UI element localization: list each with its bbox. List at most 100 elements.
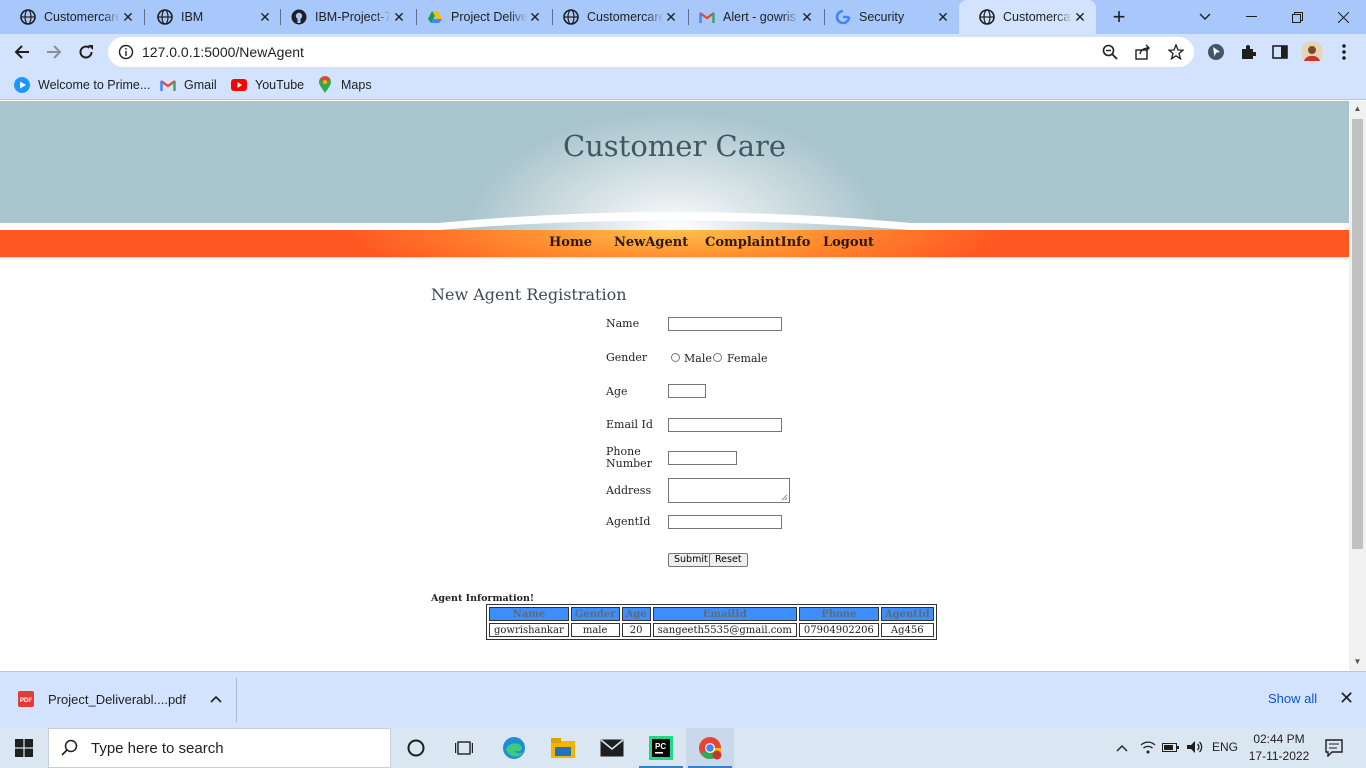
agent-info-heading: Agent Information!	[431, 593, 535, 604]
task-view-icon[interactable]	[440, 728, 488, 768]
close-tab-icon[interactable]: ✕	[663, 9, 679, 25]
download-item[interactable]: PDF Project_Deliverabl....pdf	[18, 691, 222, 707]
download-filename: Project_Deliverabl....pdf	[48, 691, 187, 707]
header-curve	[0, 212, 1349, 230]
show-all-downloads-link[interactable]: Show all	[1268, 691, 1317, 706]
agentid-input[interactable]	[668, 515, 782, 529]
male-radio[interactable]	[671, 353, 680, 362]
nav-home-link[interactable]: Home	[549, 235, 592, 250]
taskbar-search-box[interactable]: Type here to search	[48, 728, 391, 768]
scrollbar-thumb[interactable]	[1352, 119, 1363, 549]
page-viewport: Customer Care Home NewAgent ComplaintInf…	[0, 101, 1349, 671]
tab-title: Security	[859, 10, 905, 24]
scroll-down-arrow-icon[interactable]: ▼	[1353, 657, 1362, 666]
globe-icon	[979, 9, 995, 25]
taskbar-clock[interactable]: 02:44 PM 17-11-2022	[1246, 731, 1312, 765]
extensions-puzzle-icon[interactable]	[1234, 38, 1262, 66]
reset-button[interactable]: Reset	[709, 553, 748, 567]
notifications-icon[interactable]	[1325, 739, 1343, 760]
browser-tab[interactable]: Security ✕	[815, 0, 959, 34]
edge-browser-icon[interactable]	[490, 728, 538, 768]
zoom-icon[interactable]	[1102, 44, 1118, 60]
cortana-icon[interactable]	[392, 728, 440, 768]
email-input[interactable]	[668, 418, 782, 432]
browser-tab[interactable]: Project Deliverables ✕	[407, 0, 551, 34]
chrome-icon[interactable]	[686, 728, 734, 768]
side-panel-icon[interactable]	[1266, 38, 1294, 66]
drive-icon	[427, 9, 443, 25]
bookmark-gmail[interactable]: Gmail	[160, 76, 217, 94]
tab-strip: Customercare ✕ IBM ✕ IBM-Project-7 ✕ Pro…	[0, 0, 1366, 34]
profile-avatar[interactable]	[1298, 38, 1326, 66]
share-icon[interactable]	[1135, 44, 1151, 60]
table-cell: sangeeth5535@gmail.com	[652, 623, 797, 637]
age-label: Age	[606, 385, 628, 398]
file-explorer-icon[interactable]	[539, 728, 587, 768]
windows-start-icon[interactable]	[0, 728, 48, 768]
close-tab-icon[interactable]: ✕	[527, 9, 543, 25]
browser-tab[interactable]: IBM-Project-7 ✕	[271, 0, 415, 34]
mail-icon[interactable]	[588, 728, 636, 768]
reload-icon[interactable]	[72, 38, 100, 66]
agent-table: Name Gender Age EmailId Phone AgentId go…	[486, 604, 937, 640]
phone-input[interactable]	[668, 451, 737, 465]
close-window-icon[interactable]	[1320, 0, 1366, 34]
address-label: Address	[606, 484, 652, 497]
close-tab-icon[interactable]: ✕	[391, 9, 407, 25]
close-tab-icon[interactable]: ✕	[799, 9, 815, 25]
extension-cursor-icon[interactable]	[1202, 38, 1230, 66]
nav-logout-link[interactable]: Logout	[823, 235, 874, 250]
tab-title: IBM	[181, 10, 204, 24]
pycharm-icon[interactable]: PC	[637, 728, 685, 768]
chevron-up-icon[interactable]	[210, 695, 222, 703]
language-indicator[interactable]: ENG	[1212, 740, 1238, 754]
info-icon[interactable]	[118, 44, 134, 60]
scroll-up-arrow-icon[interactable]: ▲	[1353, 104, 1362, 113]
address-textarea[interactable]	[668, 478, 790, 503]
globe-icon	[563, 9, 579, 25]
age-input[interactable]	[668, 384, 706, 398]
browser-tab[interactable]: Customercare ✕	[0, 0, 144, 34]
resize-grip-icon[interactable]	[781, 494, 788, 501]
clock-date: 17-11-2022	[1248, 749, 1310, 763]
browser-menu-icon[interactable]	[1330, 38, 1358, 66]
bookmark-maps[interactable]: Maps	[317, 76, 372, 94]
browser-tab-active[interactable]: Customercare ✕	[959, 0, 1096, 34]
address-bar[interactable]: 127.0.0.1:5000/NewAgent	[108, 37, 1194, 67]
bookmark-star-icon[interactable]	[1168, 44, 1184, 60]
browser-tab[interactable]: Customercare ✕	[543, 0, 687, 34]
page-scrollbar[interactable]: ▲ ▼	[1349, 101, 1366, 671]
nav-complaintinfo-link[interactable]: ComplaintInfo	[705, 235, 810, 250]
close-download-shelf-icon[interactable]: ✕	[1339, 688, 1354, 709]
show-hidden-icons-chevron[interactable]	[1116, 741, 1128, 755]
close-tab-icon[interactable]: ✕	[120, 9, 136, 25]
windows-taskbar: Type here to search PC ENG 02:44 PM 17-1…	[0, 728, 1366, 768]
browser-tab[interactable]: IBM ✕	[137, 0, 281, 34]
back-arrow-icon[interactable]	[8, 38, 36, 66]
network-wifi-icon[interactable]	[1140, 740, 1156, 757]
svg-text:PDF: PDF	[20, 698, 32, 704]
table-cell: male	[570, 623, 620, 637]
forward-arrow-icon[interactable]	[40, 38, 68, 66]
bookmark-prime-video[interactable]: Welcome to Prime...	[14, 76, 150, 94]
browser-tab[interactable]: Alert - gowris ✕	[679, 0, 823, 34]
female-radio[interactable]	[713, 353, 722, 362]
gmail-icon	[699, 9, 715, 25]
restore-icon[interactable]	[1274, 0, 1320, 34]
close-tab-icon[interactable]: ✕	[935, 9, 951, 25]
close-tab-icon[interactable]: ✕	[1072, 9, 1088, 25]
gender-label: Gender	[606, 351, 648, 364]
bookmark-label: YouTube	[255, 78, 305, 92]
nav-newagent-link[interactable]: NewAgent	[614, 235, 688, 250]
submit-button[interactable]: Submit	[668, 553, 714, 567]
battery-icon[interactable]	[1162, 741, 1180, 756]
bookmark-youtube[interactable]: YouTube	[231, 76, 304, 94]
gmail-icon	[160, 77, 176, 93]
minimize-icon[interactable]	[1228, 0, 1274, 34]
tab-search-chevron-icon[interactable]	[1192, 0, 1218, 34]
new-tab-icon[interactable]: +	[1106, 0, 1132, 34]
phone-label: Phone Number	[606, 445, 652, 470]
name-input[interactable]	[668, 317, 782, 331]
table-cell: 07904902206	[798, 623, 879, 637]
volume-icon[interactable]	[1186, 740, 1204, 757]
